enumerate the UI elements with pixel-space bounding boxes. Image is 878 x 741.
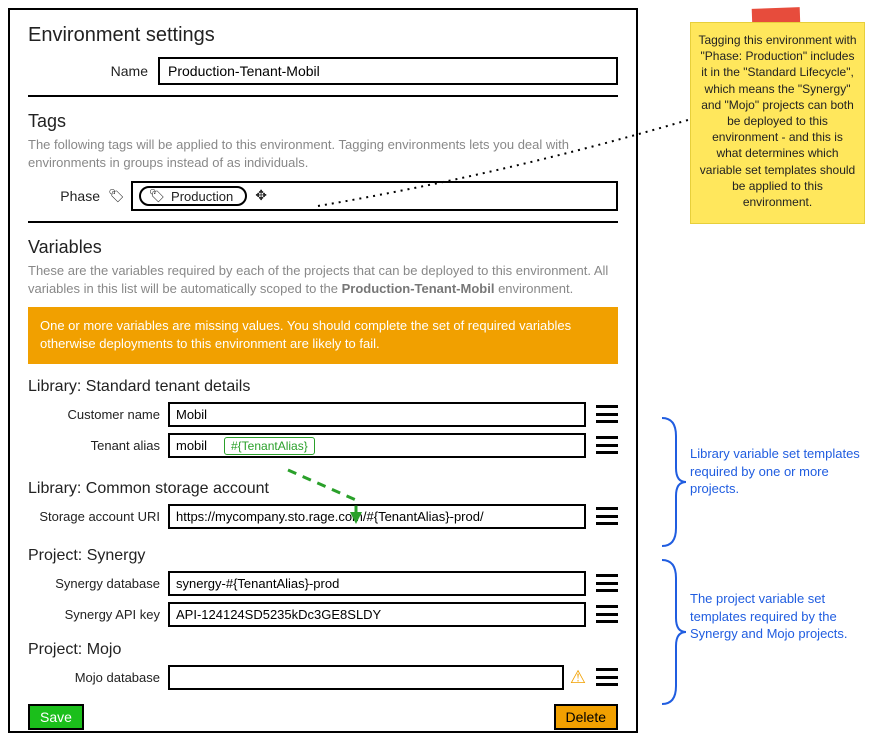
- field-label: Storage account URI: [28, 509, 168, 524]
- name-row: Name: [28, 57, 618, 85]
- row-menu-icon[interactable]: [596, 668, 618, 686]
- action-buttons: Save Delete: [28, 704, 618, 730]
- warning-banner: One or more variables are missing values…: [28, 307, 618, 363]
- group-title-project-mojo: Project: Mojo: [28, 641, 618, 659]
- group-title-library-common: Library: Common storage account: [28, 480, 618, 498]
- callout-library: Library variable set templates required …: [690, 445, 865, 498]
- warning-icon: ⚠: [570, 667, 586, 688]
- row-menu-icon[interactable]: [596, 436, 618, 454]
- row-menu-icon[interactable]: [596, 574, 618, 592]
- tag-input-container[interactable]: Production: [131, 181, 618, 211]
- field-mojo-db: Mojo database ⚠: [28, 665, 618, 690]
- tag-pill-production[interactable]: Production: [139, 186, 248, 206]
- field-tenant-alias: Tenant alias #{TenantAlias}: [28, 433, 618, 458]
- row-menu-icon[interactable]: [596, 605, 618, 623]
- mojo-db-input[interactable]: [168, 665, 564, 690]
- sticky-note: Tagging this environment with "Phase: Pr…: [690, 22, 865, 224]
- callout-project: The project variable set templates requi…: [690, 590, 865, 643]
- settings-panel: Environment settings Name Tags The follo…: [8, 8, 638, 733]
- name-input[interactable]: [158, 57, 618, 85]
- tag-icon: [108, 187, 125, 205]
- variable-token-chip: #{TenantAlias}: [224, 437, 315, 455]
- cursor-icon: [255, 187, 267, 205]
- storage-uri-input[interactable]: [168, 504, 586, 529]
- name-label: Name: [28, 63, 158, 79]
- row-menu-icon[interactable]: [596, 507, 618, 525]
- tag-icon: [149, 188, 166, 204]
- divider: [28, 221, 618, 223]
- tags-section-title: Tags: [28, 111, 618, 132]
- tags-description: The following tags will be applied to th…: [28, 136, 618, 171]
- page-title: Environment settings: [28, 24, 618, 47]
- synergy-api-input[interactable]: [168, 602, 586, 627]
- variables-description: These are the variables required by each…: [28, 262, 618, 297]
- variables-section-title: Variables: [28, 237, 618, 258]
- customer-name-input[interactable]: [168, 402, 586, 427]
- field-label: Synergy API key: [28, 607, 168, 622]
- field-customer-name: Customer name: [28, 402, 618, 427]
- save-button[interactable]: Save: [28, 704, 84, 730]
- divider: [28, 95, 618, 97]
- field-label: Synergy database: [28, 576, 168, 591]
- tag-pill-label: Production: [171, 189, 233, 204]
- delete-button[interactable]: Delete: [554, 704, 618, 730]
- field-label: Customer name: [28, 407, 168, 422]
- field-synergy-api: Synergy API key: [28, 602, 618, 627]
- field-storage-uri: Storage account URI: [28, 504, 618, 529]
- tag-category-label: Phase: [28, 188, 108, 204]
- field-synergy-db: Synergy database: [28, 571, 618, 596]
- tags-row: Phase Production: [28, 181, 618, 211]
- field-label: Tenant alias: [28, 438, 168, 453]
- group-title-library-std: Library: Standard tenant details: [28, 378, 618, 396]
- field-label: Mojo database: [28, 670, 168, 685]
- row-menu-icon[interactable]: [596, 405, 618, 423]
- group-title-project-synergy: Project: Synergy: [28, 547, 618, 565]
- synergy-db-input[interactable]: [168, 571, 586, 596]
